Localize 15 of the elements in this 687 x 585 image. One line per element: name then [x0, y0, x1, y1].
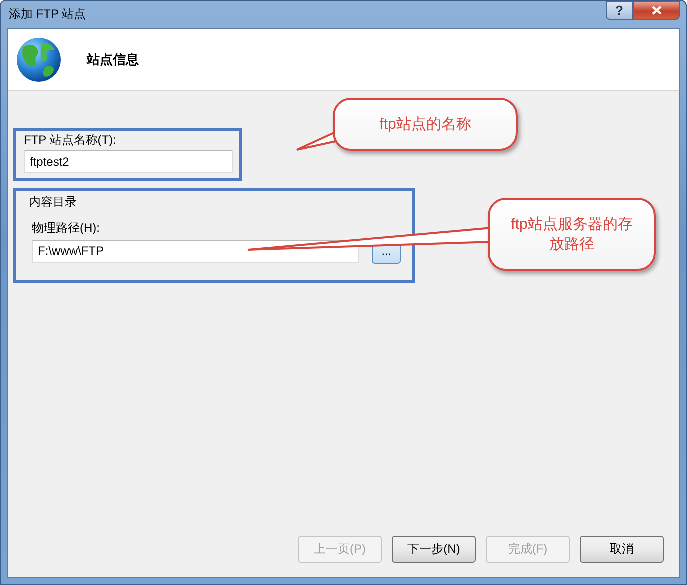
site-name-field[interactable]: ftptest2	[24, 150, 233, 173]
page-heading: 站点信息	[87, 50, 139, 68]
group-label: 内容目录	[29, 195, 78, 210]
field-label: FTP 站点名称(T):	[24, 133, 118, 148]
close-icon	[652, 6, 662, 15]
globe-icon	[16, 36, 62, 82]
close-button[interactable]	[633, 1, 680, 20]
wizard-button[interactable]: 下一步(N)	[392, 536, 476, 563]
callout-text: ftp站点服务器的存放路径	[510, 214, 634, 254]
wizard-button[interactable]: 取消	[580, 536, 664, 563]
field-label: 物理路径(H):	[32, 221, 101, 236]
help-button[interactable]: ?	[606, 1, 633, 20]
path-field[interactable]: F:\www\FTP	[32, 240, 359, 262]
window-title: 添加 FTP 站点	[9, 6, 88, 23]
callout-text: ftp站点的名称	[380, 115, 472, 134]
